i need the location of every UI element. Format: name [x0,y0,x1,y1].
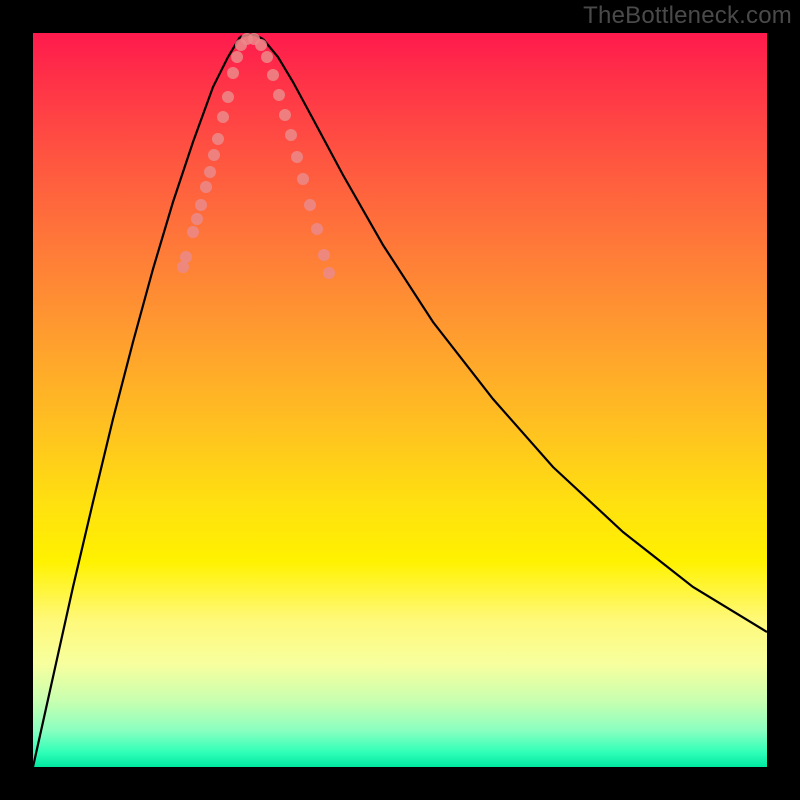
sample-dot [323,267,335,279]
sample-dot [208,149,220,161]
sample-dot [297,173,309,185]
sample-dot [267,69,279,81]
curve-group [33,35,767,767]
sample-dot [291,151,303,163]
sample-dot [311,223,323,235]
sample-dot [217,111,229,123]
sample-dot [227,67,239,79]
sample-dot [261,51,273,63]
sample-dot [231,51,243,63]
sample-dot [318,249,330,261]
sample-dot [273,89,285,101]
scatter-group [177,33,335,279]
sample-dot [191,213,203,225]
chart-frame: TheBottleneck.com [0,0,800,800]
chart-svg [33,33,767,767]
sample-dot [204,166,216,178]
sample-dot [200,181,212,193]
sample-dot [222,91,234,103]
curve-left-branch [33,37,240,767]
sample-dot [180,251,192,263]
plot-area [33,33,767,767]
curve-right-branch [263,39,767,632]
sample-dot [304,199,316,211]
sample-dot [255,39,267,51]
watermark-text: TheBottleneck.com [583,2,792,30]
sample-dot [279,109,291,121]
sample-dot [187,226,199,238]
sample-dot [195,199,207,211]
sample-dot [212,133,224,145]
sample-dot [285,129,297,141]
